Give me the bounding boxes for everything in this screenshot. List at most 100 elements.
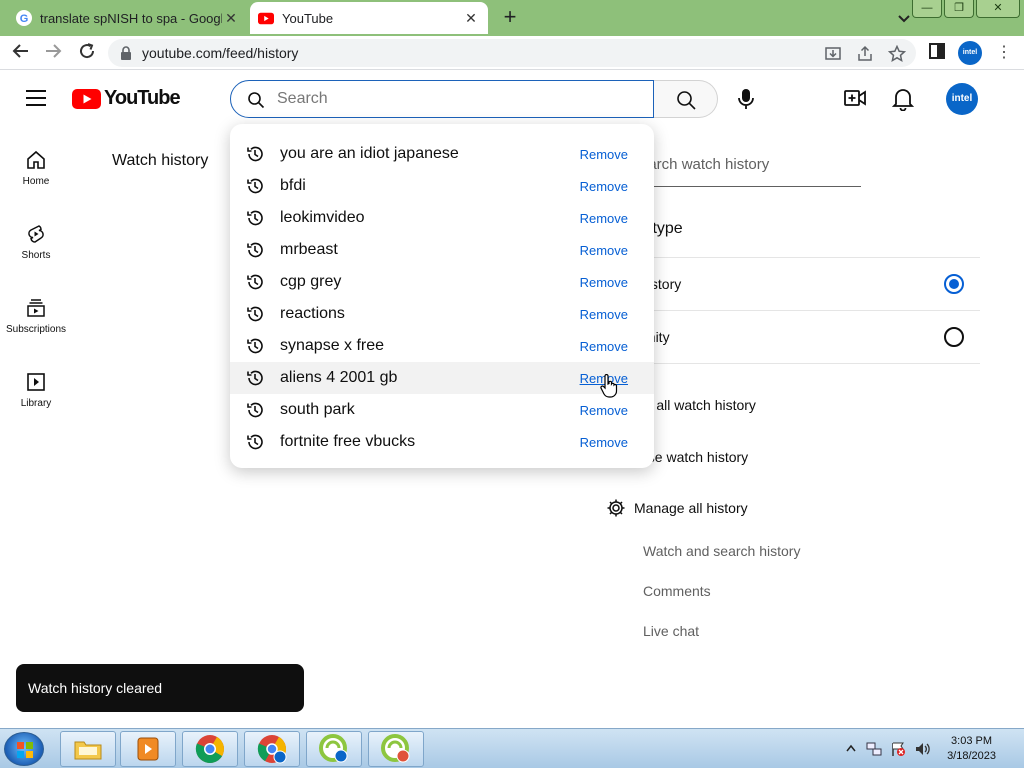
share-icon[interactable] <box>856 45 874 63</box>
taskbar-clock[interactable]: 3:03 PM 3/18/2023 <box>947 734 996 764</box>
more-vert-icon[interactable]: ⋮ <box>996 43 1012 63</box>
link-comments[interactable]: Comments <box>643 583 711 599</box>
history-clock-icon <box>246 337 264 360</box>
search-input[interactable] <box>277 89 637 109</box>
suggestion-item[interactable]: fortnite free vbucks Remove <box>230 426 654 458</box>
account-avatar[interactable]: intel <box>946 83 978 115</box>
bookmark-star-icon[interactable] <box>887 44 907 63</box>
microphone-icon[interactable] <box>736 88 756 110</box>
tab-youtube[interactable]: YouTube ✕ <box>250 2 488 34</box>
rail-label: Library <box>20 398 52 409</box>
system-tray: 3:03 PM 3/18/2023 <box>840 729 1024 768</box>
tab-title: translate spNISH to spa - Google <box>40 10 222 26</box>
reload-button[interactable] <box>76 42 98 64</box>
rail-item-shorts[interactable]: Shorts <box>0 224 72 261</box>
taskbar-file-explorer[interactable] <box>60 731 116 767</box>
start-button[interactable] <box>4 732 44 766</box>
remove-suggestion-link[interactable]: Remove <box>580 243 628 258</box>
remove-suggestion-link[interactable]: Remove <box>580 275 628 290</box>
remove-suggestion-link[interactable]: Remove <box>580 179 628 194</box>
library-icon <box>27 373 45 391</box>
side-panel-icon[interactable] <box>928 42 946 60</box>
rail-item-library[interactable]: Library <box>0 372 72 409</box>
taskbar-app-green[interactable] <box>306 731 362 767</box>
close-icon[interactable]: ✕ <box>462 10 480 27</box>
history-clock-icon <box>246 305 264 328</box>
suggestion-query: aliens 4 2001 gb <box>280 369 398 386</box>
taskbar-app-green-2[interactable] <box>368 731 424 767</box>
windows-logo-icon <box>17 742 33 758</box>
create-video-icon[interactable] <box>844 88 866 108</box>
close-window-button[interactable]: ✕ <box>976 0 1020 18</box>
network-icon[interactable] <box>866 741 882 757</box>
suggestion-query: synapse x free <box>280 337 385 354</box>
subscriptions-icon <box>27 299 45 317</box>
remove-suggestion-link[interactable]: Remove <box>580 403 628 418</box>
history-clock-icon <box>246 273 264 296</box>
youtube-icon <box>258 10 274 26</box>
remove-suggestion-link[interactable]: Remove <box>580 147 628 162</box>
link-live-chat[interactable]: Live chat <box>643 623 699 639</box>
close-icon[interactable]: ✕ <box>222 10 240 27</box>
window-controls: — ❐ ✕ <box>912 0 1020 18</box>
search-suggestions-dropdown: you are an idiot japanese Remove bfdi Remov… <box>230 124 654 468</box>
suggestion-query: cgp grey <box>280 273 342 290</box>
radio-watch-history[interactable] <box>944 274 964 294</box>
suggestion-item[interactable]: reactions Remove <box>230 298 654 330</box>
suggestion-item[interactable]: cgp grey Remove <box>230 266 654 298</box>
search-box[interactable] <box>230 80 654 118</box>
remove-suggestion-link[interactable]: Remove <box>580 339 628 354</box>
taskbar-media-player[interactable] <box>120 731 176 767</box>
back-button[interactable] <box>10 42 32 64</box>
bell-icon[interactable] <box>892 87 914 111</box>
url-text: youtube.com/feed/history <box>142 45 299 61</box>
clear-all-watch-history-button[interactable]: ar all watch history <box>640 397 756 413</box>
manage-all-history-button[interactable]: Manage all history <box>606 498 748 518</box>
youtube-logo[interactable]: YouTube <box>72 87 181 110</box>
remove-suggestion-link[interactable]: Remove <box>580 307 628 322</box>
suggestion-item[interactable]: you are an idiot japanese Remove <box>230 138 654 170</box>
chrome-profile-icon <box>257 735 287 764</box>
search-button[interactable] <box>654 80 718 118</box>
youtube-masthead: YouTube intel <box>0 70 1024 126</box>
suggestion-item[interactable]: mrbeast Remove <box>230 234 654 266</box>
link-watch-and-search-history[interactable]: Watch and search history <box>643 543 800 559</box>
volume-icon[interactable] <box>914 741 930 757</box>
new-tab-button[interactable]: + <box>496 4 524 32</box>
hamburger-menu-icon[interactable] <box>26 90 46 106</box>
maximize-button[interactable]: ❐ <box>944 0 974 18</box>
taskbar-chrome[interactable] <box>182 731 238 767</box>
browser-profile-avatar[interactable]: intel <box>958 41 982 65</box>
reload-icon <box>80 43 95 59</box>
action-center-flag-icon[interactable] <box>890 741 906 757</box>
chevron-up-icon[interactable] <box>846 744 856 752</box>
history-clock-icon <box>246 145 264 168</box>
minimize-button[interactable]: — <box>912 0 942 18</box>
rail-item-home[interactable]: Home <box>0 150 72 187</box>
hand-cursor-icon <box>600 374 618 398</box>
pause-watch-history-button[interactable]: use watch history <box>640 449 748 465</box>
suggestion-item[interactable]: leokimvideo Remove <box>230 202 654 234</box>
suggestion-query: south park <box>280 401 355 418</box>
suggestion-item[interactable]: aliens 4 2001 gb Remove <box>230 362 654 394</box>
rail-item-subscriptions[interactable]: Subscriptions <box>0 298 72 335</box>
remove-suggestion-link[interactable]: Remove <box>580 211 628 226</box>
taskbar-chrome-profile[interactable] <box>244 731 300 767</box>
suggestion-item[interactable]: synapse x free Remove <box>230 330 654 362</box>
suggestion-query: reactions <box>280 305 345 322</box>
history-clock-icon <box>246 433 264 456</box>
search-watch-history-input[interactable]: earch watch history <box>640 156 769 173</box>
tab-google-translate[interactable]: G translate spNISH to spa - Google ✕ <box>8 2 248 34</box>
arrow-left-icon <box>12 44 28 58</box>
suggestion-item[interactable]: bfdi Remove <box>230 170 654 202</box>
remove-suggestion-link[interactable]: Remove <box>580 435 628 450</box>
screen: G translate spNISH to spa - Google ✕ You… <box>0 0 1024 768</box>
suggestion-item[interactable]: south park Remove <box>230 394 654 426</box>
suggestion-query: leokimvideo <box>280 209 365 226</box>
chrome-icon <box>195 735 224 763</box>
install-app-icon[interactable] <box>824 45 842 63</box>
omnibox[interactable]: youtube.com/feed/history <box>108 39 916 67</box>
forward-button[interactable] <box>42 42 64 64</box>
rail-label: Home <box>22 176 50 187</box>
radio-community[interactable] <box>944 327 964 347</box>
